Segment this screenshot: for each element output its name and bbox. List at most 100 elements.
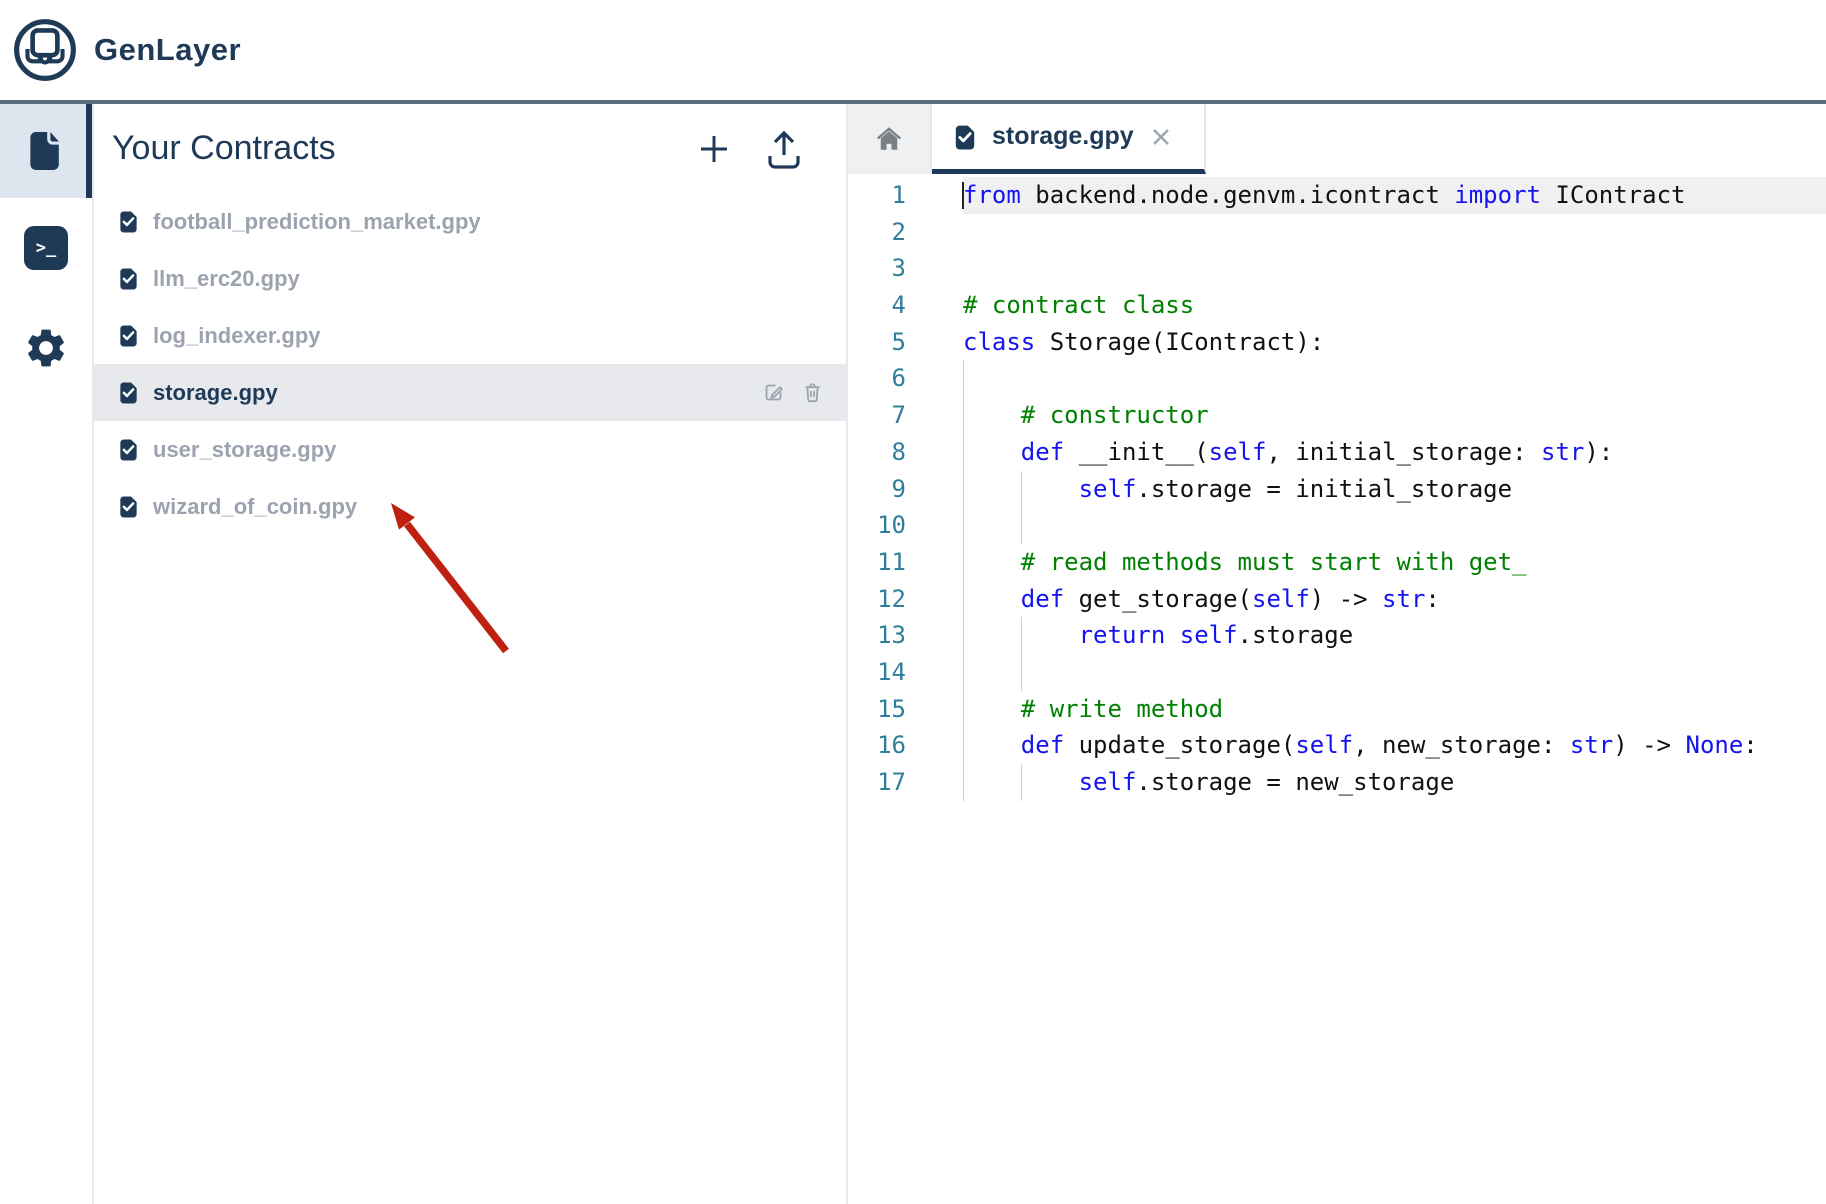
code-line[interactable]: 12 def get_storage(self) -> str: bbox=[848, 581, 1826, 618]
line-number: 11 bbox=[848, 544, 906, 581]
indent-guide bbox=[963, 764, 964, 801]
contract-checkbox-icon bbox=[952, 124, 978, 150]
settings-button[interactable] bbox=[22, 324, 70, 372]
code-line-content[interactable] bbox=[963, 507, 1826, 544]
tab-label: storage.gpy bbox=[992, 122, 1134, 151]
trash-icon[interactable] bbox=[801, 381, 824, 404]
code-line[interactable]: 10 bbox=[848, 507, 1826, 544]
contract-list-item[interactable]: football_prediction_market.gpy bbox=[94, 193, 846, 250]
code-line-content[interactable] bbox=[963, 214, 1826, 251]
contract-list-item[interactable]: llm_erc20.gpy bbox=[94, 250, 846, 307]
indent-guide bbox=[1021, 471, 1022, 508]
line-number: 9 bbox=[848, 471, 906, 508]
code-line[interactable]: 3 bbox=[848, 250, 1826, 287]
code-line[interactable]: 6 bbox=[848, 360, 1826, 397]
file-icon bbox=[24, 131, 62, 171]
close-icon bbox=[1150, 126, 1172, 148]
indent-guide bbox=[963, 727, 964, 764]
indent-guide bbox=[963, 507, 964, 544]
code-line[interactable]: 13 return self.storage bbox=[848, 617, 1826, 654]
tab-storage-gpy[interactable]: storage.gpy bbox=[932, 104, 1206, 174]
indent-guide bbox=[963, 691, 964, 728]
code-line[interactable]: 8 def __init__(self, initial_storage: st… bbox=[848, 434, 1826, 471]
add-contract-button[interactable] bbox=[695, 130, 733, 168]
contract-list-item[interactable]: storage.gpy bbox=[94, 364, 846, 421]
close-tab-button[interactable] bbox=[1150, 126, 1172, 148]
line-number: 15 bbox=[848, 691, 906, 728]
contract-file-name: log_indexer.gpy bbox=[153, 323, 321, 349]
line-number: 16 bbox=[848, 727, 906, 764]
line-number: 8 bbox=[848, 434, 906, 471]
code-line-content[interactable]: self.storage = new_storage bbox=[963, 764, 1826, 801]
genlayer-logo-icon bbox=[12, 17, 78, 83]
line-number: 7 bbox=[848, 397, 906, 434]
text-cursor bbox=[962, 182, 964, 209]
contracts-panel: Your Contracts football_prediction_marke… bbox=[94, 104, 848, 1204]
code-line-content[interactable]: return self.storage bbox=[963, 617, 1826, 654]
indent-guide bbox=[1021, 764, 1022, 801]
code-line-content[interactable]: def __init__(self, initial_storage: str)… bbox=[963, 434, 1826, 471]
code-line-content[interactable] bbox=[963, 654, 1826, 691]
code-line[interactable]: 17 self.storage = new_storage bbox=[848, 764, 1826, 801]
code-line-content[interactable] bbox=[963, 360, 1826, 397]
panel-title: Your Contracts bbox=[112, 129, 336, 168]
line-number: 1 bbox=[848, 177, 906, 214]
contract-file-name: wizard_of_coin.gpy bbox=[153, 494, 357, 520]
contract-list-item[interactable]: wizard_of_coin.gpy bbox=[94, 478, 846, 535]
contracts-list: football_prediction_market.gpy llm_erc20… bbox=[94, 193, 846, 535]
code-line[interactable]: 2 bbox=[848, 214, 1826, 251]
code-line[interactable]: 4# contract class bbox=[848, 287, 1826, 324]
contract-checkbox-icon bbox=[117, 267, 140, 290]
app-header: GenLayer bbox=[0, 0, 1826, 100]
edit-icon[interactable] bbox=[762, 381, 785, 404]
terminal-icon[interactable]: >_ bbox=[24, 226, 68, 270]
line-number: 17 bbox=[848, 764, 906, 801]
contract-checkbox-icon bbox=[117, 210, 140, 233]
contract-file-name: storage.gpy bbox=[153, 380, 278, 406]
indent-guide bbox=[963, 654, 964, 691]
code-line-content[interactable]: # contract class bbox=[963, 287, 1826, 324]
line-number: 6 bbox=[848, 360, 906, 397]
code-line[interactable]: 14 bbox=[848, 654, 1826, 691]
indent-guide bbox=[963, 360, 964, 397]
contract-checkbox-icon bbox=[117, 495, 140, 518]
contract-checkbox-icon bbox=[117, 324, 140, 347]
code-line-content[interactable]: class Storage(IContract): bbox=[963, 324, 1826, 361]
code-line-content[interactable]: # constructor bbox=[963, 397, 1826, 434]
contract-list-item[interactable]: log_indexer.gpy bbox=[94, 307, 846, 364]
code-line[interactable]: 16 def update_storage(self, new_storage:… bbox=[848, 727, 1826, 764]
indent-guide bbox=[1021, 654, 1022, 691]
contracts-panel-header: Your Contracts bbox=[94, 104, 846, 193]
code-line-content[interactable] bbox=[963, 250, 1826, 287]
home-tab-button[interactable] bbox=[848, 104, 932, 174]
code-line-content[interactable]: # read methods must start with get_ bbox=[963, 544, 1826, 581]
contract-file-name: user_storage.gpy bbox=[153, 437, 336, 463]
contract-file-name: llm_erc20.gpy bbox=[153, 266, 300, 292]
code-line-content[interactable]: # write method bbox=[963, 691, 1826, 728]
code-line[interactable]: 15 # write method bbox=[848, 691, 1826, 728]
code-line-content[interactable]: self.storage = initial_storage bbox=[963, 471, 1826, 508]
contract-row-actions bbox=[762, 381, 824, 404]
code-line-content[interactable]: from backend.node.genvm.icontract import… bbox=[963, 177, 1826, 214]
code-line-content[interactable]: def get_storage(self) -> str: bbox=[963, 581, 1826, 618]
indent-guide bbox=[963, 617, 964, 654]
indent-guide bbox=[1021, 507, 1022, 544]
upload-contract-button[interactable] bbox=[765, 130, 803, 168]
line-number: 10 bbox=[848, 507, 906, 544]
code-line[interactable]: 11 # read methods must start with get_ bbox=[848, 544, 1826, 581]
contract-list-item[interactable]: user_storage.gpy bbox=[94, 421, 846, 478]
code-line[interactable]: 9 self.storage = initial_storage bbox=[848, 471, 1826, 508]
code-line-content[interactable]: def update_storage(self, new_storage: st… bbox=[963, 727, 1826, 764]
sidebar-item-contracts[interactable] bbox=[0, 104, 92, 198]
code-area[interactable]: 1 from backend.node.genvm.icontract impor… bbox=[848, 174, 1826, 1204]
line-number: 5 bbox=[848, 324, 906, 361]
code-line[interactable]: 5 class Storage(IContract): bbox=[848, 324, 1826, 361]
contract-file-name: football_prediction_market.gpy bbox=[153, 209, 481, 235]
indent-guide bbox=[1021, 617, 1022, 654]
indent-guide bbox=[963, 581, 964, 618]
indent-guide bbox=[963, 544, 964, 581]
indent-guide bbox=[963, 397, 964, 434]
code-line[interactable]: 1 from backend.node.genvm.icontract impor… bbox=[848, 177, 1826, 214]
code-line[interactable]: 7 # constructor bbox=[848, 397, 1826, 434]
line-number: 3 bbox=[848, 250, 906, 287]
